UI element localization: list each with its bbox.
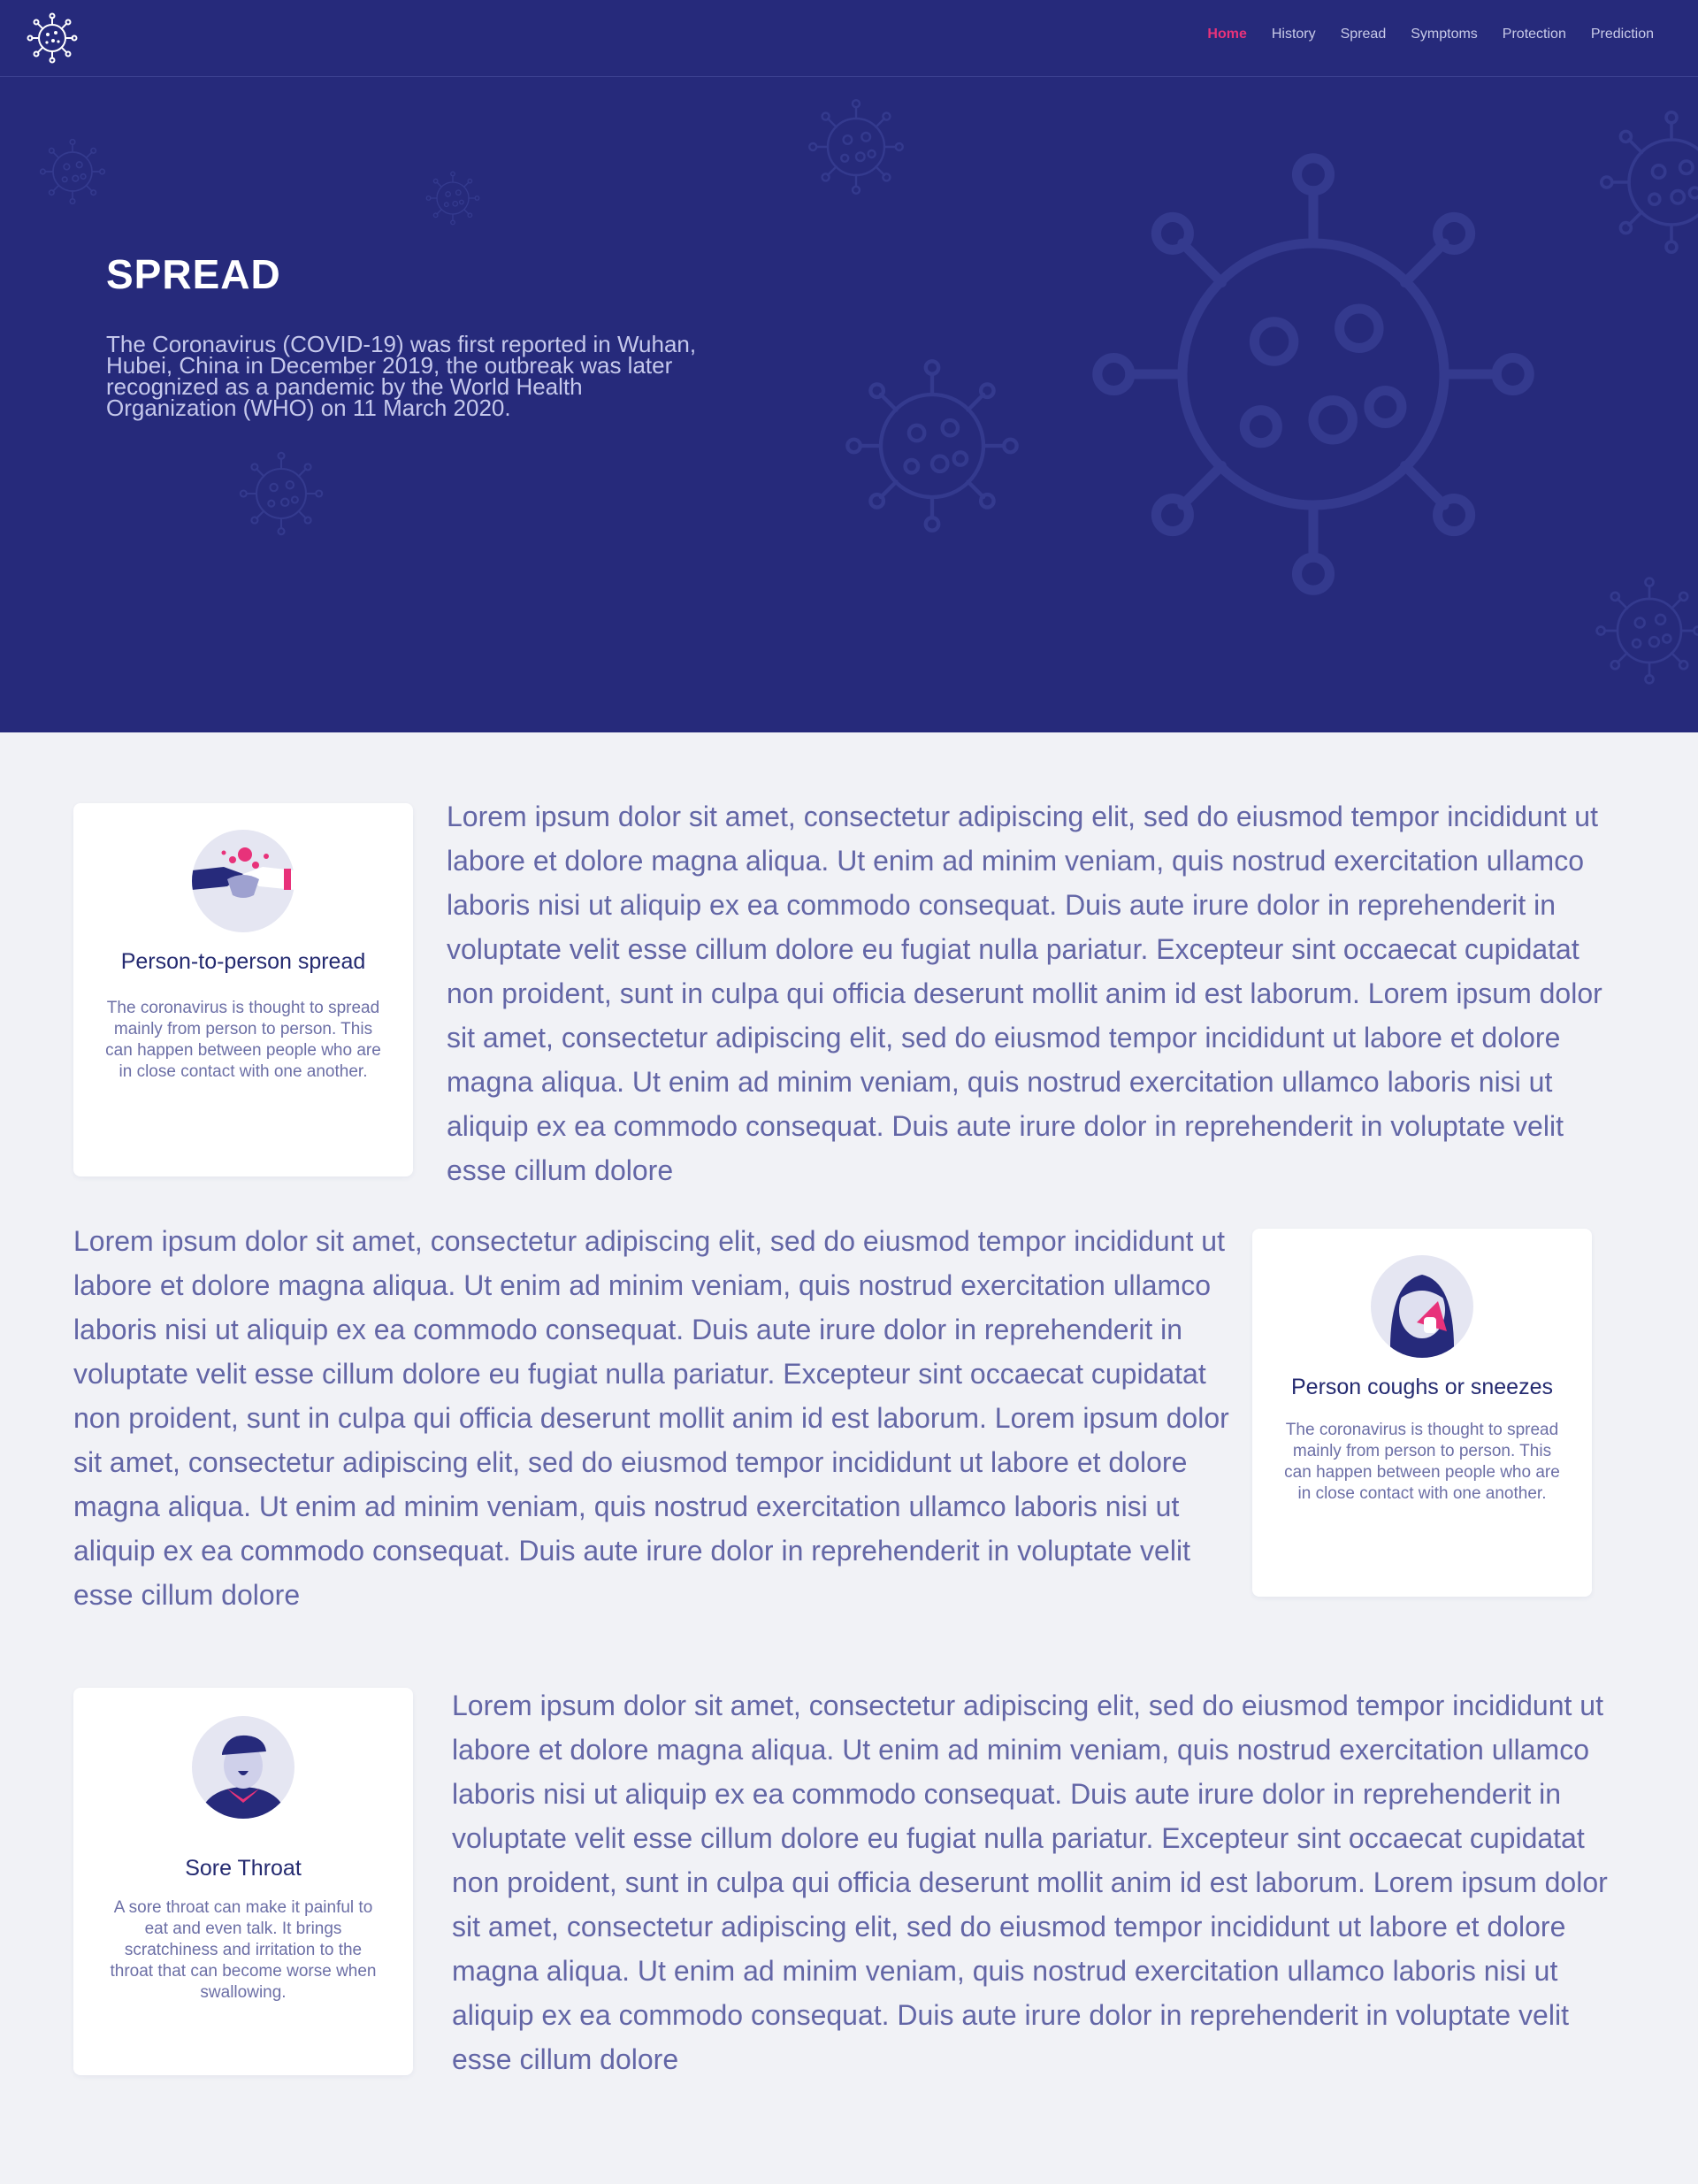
top-navbar: Home History Spread Symptoms Protection … bbox=[0, 0, 1698, 77]
card-description: A sore throat can make it painful to eat… bbox=[110, 1898, 377, 2002]
nav-spread-link[interactable]: Spread bbox=[1341, 27, 1387, 42]
section-body-text: Lorem ipsum dolor sit amet, consectetur … bbox=[73, 1225, 1229, 1611]
info-card-person-to-person: Person-to-person spread The coronavirus … bbox=[73, 803, 413, 1176]
card-title: Sore Throat bbox=[185, 1856, 302, 1881]
nav-home-link[interactable]: Home bbox=[1207, 27, 1246, 42]
card-description: The coronavirus is thought to spread mai… bbox=[105, 999, 381, 1081]
sneezing-person-icon bbox=[1371, 1255, 1473, 1358]
handshake-icon bbox=[192, 830, 294, 932]
card-description: The coronavirus is thought to spread mai… bbox=[1284, 1421, 1560, 1503]
nav-prediction-link[interactable]: Prediction bbox=[1591, 27, 1654, 42]
sore-throat-icon bbox=[192, 1716, 294, 1819]
section-body-text: Lorem ipsum dolor sit amet, consectetur … bbox=[447, 801, 1602, 1186]
info-card-coughs-sneezes: Person coughs or sneezes The coronavirus… bbox=[1252, 1229, 1592, 1597]
section-body-text: Lorem ipsum dolor sit amet, consectetur … bbox=[452, 1690, 1608, 2075]
page-title: SPREAD bbox=[106, 251, 281, 297]
main-menu: Home History Spread Symptoms Protection … bbox=[1182, 27, 1654, 42]
info-card-sore-throat: Sore Throat A sore throat can make it pa… bbox=[73, 1688, 413, 2075]
nav-protection-link[interactable]: Protection bbox=[1503, 27, 1566, 42]
card-title: Person coughs or sneezes bbox=[1290, 1375, 1553, 1399]
hero-description: The Coronavirus (COVID-19) was first rep… bbox=[106, 331, 697, 421]
virus-logo-icon[interactable] bbox=[27, 12, 78, 64]
card-title: Person-to-person spread bbox=[120, 949, 366, 974]
nav-history-link[interactable]: History bbox=[1272, 27, 1316, 42]
hero-banner: SPREAD The Coronavirus (COVID-19) was fi… bbox=[0, 77, 1698, 732]
nav-symptoms-link[interactable]: Symptoms bbox=[1411, 27, 1478, 42]
